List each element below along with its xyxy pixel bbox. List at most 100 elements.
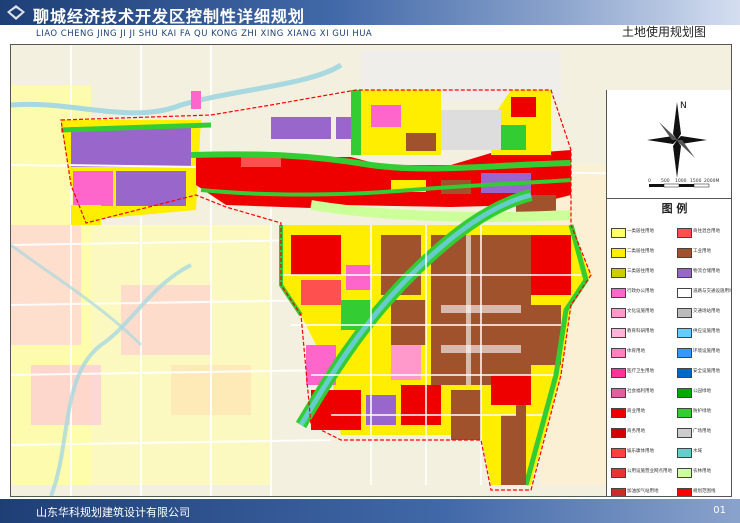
legend-label: 商住混合用地 (693, 229, 720, 234)
legend-swatch (677, 348, 692, 358)
legend-item: 规划范围线 (677, 488, 731, 496)
scale-label: 1500 (690, 178, 702, 184)
legend-item: 物流仓储用地 (677, 268, 731, 278)
legend-label: 商业用地 (627, 409, 645, 414)
legend-swatch (611, 368, 626, 378)
legend-item: 医疗卫生用地 (611, 368, 673, 378)
scale-label: 500 (661, 178, 670, 184)
legend-item: 行政办公用地 (611, 288, 673, 298)
legend-swatch (611, 228, 626, 238)
legend-swatch (611, 268, 626, 278)
legend-swatch (677, 468, 692, 478)
page-title: 聊城经济技术开发区控制性详细规划 (33, 7, 306, 26)
legend-item: 一类居住用地 (611, 228, 673, 238)
legend-item: 公园绿地 (677, 388, 731, 398)
legend-label: 一类居住用地 (627, 229, 654, 234)
legend-label: 体育用地 (627, 349, 645, 354)
legend-swatch (611, 388, 626, 398)
legend-swatch (677, 228, 692, 238)
legend-label: 农林用地 (693, 469, 711, 474)
legend-item: 安全设施用地 (677, 368, 731, 378)
logo-icon (7, 5, 25, 20)
legend-label: 加油加气站用地 (627, 489, 659, 494)
legend-item: 农林用地 (677, 468, 731, 478)
north-arrow-icon: N 0 500 1000 1500 2000M (647, 101, 719, 188)
legend-swatch (677, 328, 692, 338)
legend-swatch (611, 248, 626, 258)
legend-swatch (611, 448, 626, 458)
legend-item: 供应设施用地 (677, 328, 731, 338)
legend-item: 商业用地 (611, 408, 673, 418)
legend-swatch (677, 368, 692, 378)
legend-item: 交通场站用地 (677, 308, 731, 318)
header: 聊城经济技术开发区控制性详细规划 LIAO CHENG JING JI JI S… (0, 0, 740, 42)
legend-label: 工业用地 (693, 249, 711, 254)
legend-swatch (677, 308, 692, 318)
scale-label: 1000 (675, 178, 687, 184)
legend-item: 水域 (677, 448, 731, 458)
legend-item: 商住混合用地 (677, 228, 731, 238)
legend-item: 防护绿地 (677, 408, 731, 418)
legend-swatch (611, 428, 626, 438)
legend-label: 道路与交通设施用地 (693, 289, 732, 294)
legend-label: 安全设施用地 (693, 369, 720, 374)
page-number: 01 (713, 505, 726, 516)
map-frame: N 0 500 1000 1500 2000M 图 例 一类居住用地 二类居住用地… (10, 44, 732, 497)
legend-item: 二类居住用地 (611, 248, 673, 258)
legend-label: 广场用地 (693, 429, 711, 434)
legend-item: 公用设施营业网点用地 (611, 468, 673, 478)
legend-item: 工业用地 (677, 248, 731, 258)
footer: 山东华科规划建筑设计有限公司 01 (0, 499, 740, 523)
legend-item: 广场用地 (677, 428, 731, 438)
legend-title: 图 例 (661, 202, 688, 215)
legend-swatch (677, 448, 692, 458)
legend-label: 娱乐康体用地 (627, 449, 654, 454)
legend-item: 娱乐康体用地 (611, 448, 673, 458)
legend-label: 商务用地 (627, 429, 645, 434)
scale-label: 2000M (704, 178, 719, 184)
legend-label: 公园绿地 (693, 389, 711, 394)
legend-swatch (611, 328, 626, 338)
legend-swatch (677, 408, 692, 418)
legend-item: 加油加气站用地 (611, 488, 673, 496)
legend-item: 三类居住用地 (611, 268, 673, 278)
legend-swatch (677, 428, 692, 438)
legend-item: 商务用地 (611, 428, 673, 438)
legend-label: 供应设施用地 (693, 329, 720, 334)
legend-label: 教育科研用地 (627, 329, 654, 334)
legend-label: 物流仓储用地 (693, 269, 720, 274)
legend-label: 文化设施用地 (627, 309, 654, 314)
company-name: 山东华科规划建筑设计有限公司 (36, 506, 190, 519)
legend-item: 文化设施用地 (611, 308, 673, 318)
legend-swatch (611, 488, 626, 496)
scale-label: 0 (648, 178, 651, 184)
legend-item: 社会福利用地 (611, 388, 673, 398)
legend-label: 规划范围线 (693, 489, 716, 494)
legend-label: 环境设施用地 (693, 349, 720, 354)
legend-label: 水域 (693, 449, 702, 454)
legend-label: 社会福利用地 (627, 389, 654, 394)
page-subtitle-pinyin: LIAO CHENG JING JI JI SHU KAI FA QU KONG… (36, 29, 373, 39)
legend-item: 环境设施用地 (677, 348, 731, 358)
legend-label: 二类居住用地 (627, 249, 654, 254)
map-name: 土地使用规划图 (621, 25, 706, 39)
compass-scale-box: N 0 500 1000 1500 2000M (607, 90, 731, 199)
legend-swatch (611, 308, 626, 318)
legend-label: 公用设施营业网点用地 (627, 469, 672, 474)
legend-swatch (677, 388, 692, 398)
legend-swatch (677, 488, 692, 496)
legend-panel: N 0 500 1000 1500 2000M 图 例 一类居住用地 二类居住用地… (606, 90, 732, 496)
legend-swatch (611, 288, 626, 298)
legend-swatch (611, 468, 626, 478)
legend-label: 三类居住用地 (627, 269, 654, 274)
legend-swatch (677, 268, 692, 278)
legend-label: 行政办公用地 (627, 289, 654, 294)
legend-item: 道路与交通设施用地 (677, 288, 732, 298)
legend-item: 教育科研用地 (611, 328, 673, 338)
legend-swatch (677, 288, 692, 298)
legend-swatch (611, 348, 626, 358)
legend-swatch (677, 248, 692, 258)
north-label: N (680, 101, 687, 111)
legend-swatch (611, 408, 626, 418)
legend-label: 交通场站用地 (693, 309, 720, 314)
